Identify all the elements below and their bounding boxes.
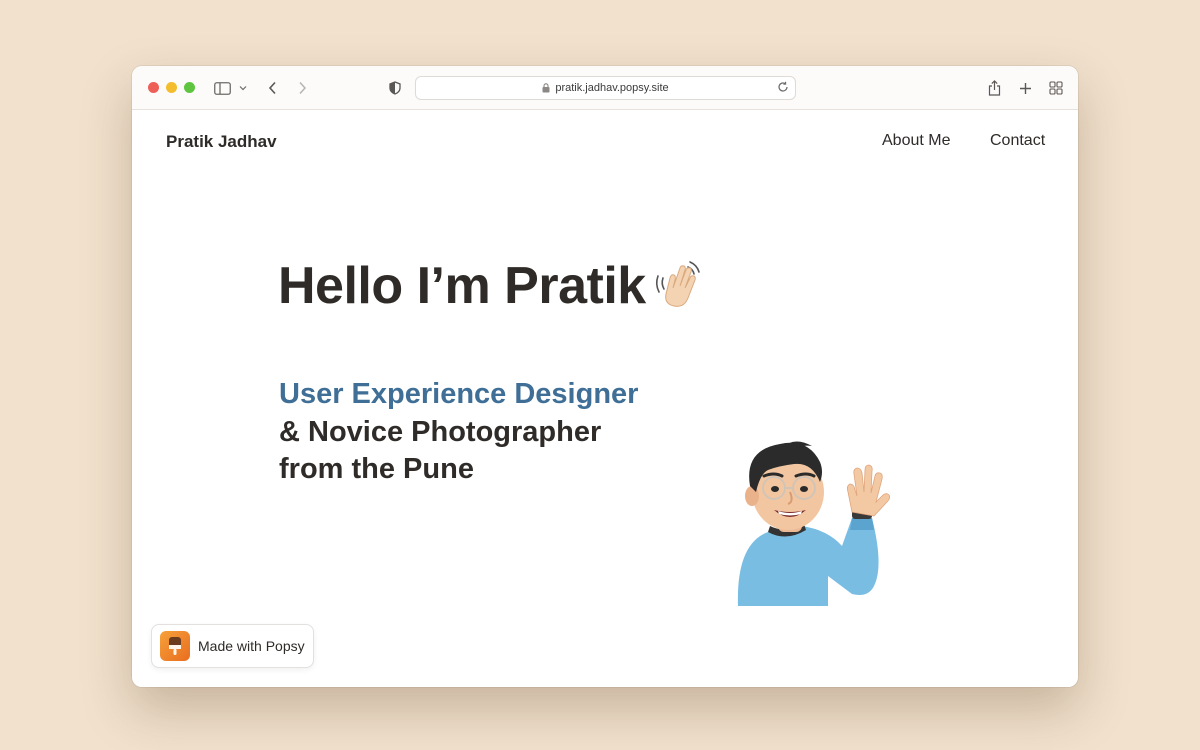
tagline-location: from the Pune	[279, 453, 474, 485]
badge-label: Made with Popsy	[198, 638, 305, 654]
reload-icon[interactable]	[777, 81, 789, 96]
nav-about-me-link[interactable]: About Me	[882, 132, 950, 150]
site-brand-link[interactable]: Pratik Jadhav	[166, 132, 277, 152]
chevron-down-icon[interactable]	[236, 76, 250, 100]
plus-icon[interactable]	[1015, 76, 1035, 100]
zoom-window-button[interactable]	[184, 82, 195, 93]
sidebar-icon[interactable]	[212, 76, 232, 100]
waving-hand-icon	[650, 256, 706, 317]
made-with-popsy-badge[interactable]: Made with Popsy	[151, 624, 314, 668]
share-icon[interactable]	[984, 76, 1004, 100]
lock-icon	[542, 83, 550, 93]
memoji-avatar	[724, 426, 904, 611]
web-page: Pratik Jadhav About Me Contact Hello I’m…	[132, 110, 1078, 687]
tab-overview-icon[interactable]	[1046, 76, 1066, 100]
browser-toolbar: pratik.jadhav.popsy.site	[132, 66, 1078, 110]
address-bar[interactable]: pratik.jadhav.popsy.site	[415, 76, 796, 100]
url-text: pratik.jadhav.popsy.site	[555, 82, 669, 94]
popsicle-icon	[160, 631, 190, 661]
nav-contact-link[interactable]: Contact	[990, 132, 1045, 150]
close-window-button[interactable]	[148, 82, 159, 93]
shield-icon[interactable]	[385, 76, 405, 100]
tagline-role: User Experience Designer	[279, 378, 639, 410]
browser-window: pratik.jadhav.popsy.site Pratik Jadhav A…	[132, 66, 1078, 687]
chevron-right-icon[interactable]	[292, 76, 312, 100]
minimize-window-button[interactable]	[166, 82, 177, 93]
chevron-left-icon[interactable]	[262, 76, 282, 100]
hero-greeting: Hello I’m Pratik	[278, 257, 646, 315]
tagline-hobby: & Novice Photographer	[279, 416, 602, 448]
